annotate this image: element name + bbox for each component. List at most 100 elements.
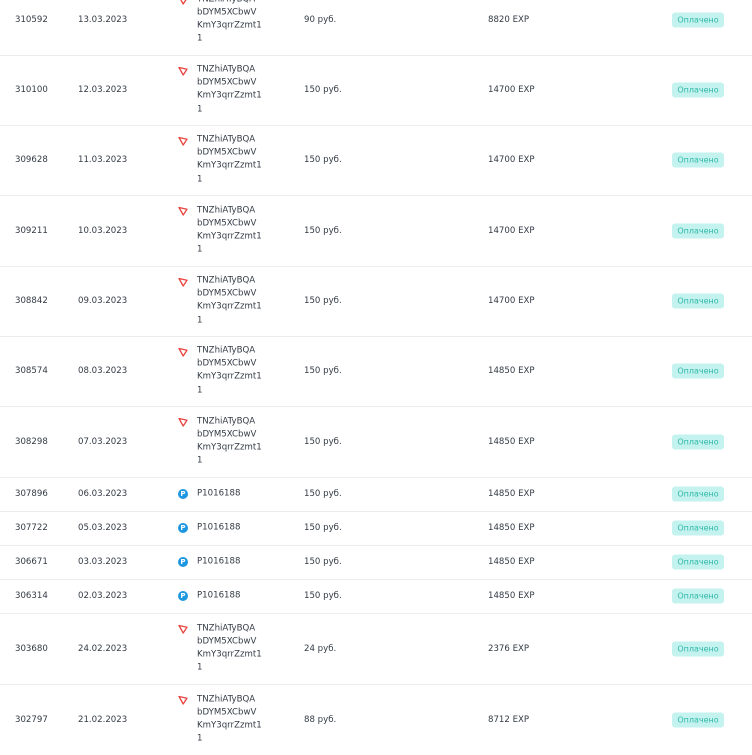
tron-icon bbox=[178, 136, 188, 146]
payment-account: TNZhiATyBQAbDYM5XCbwVKmY3qrrZzmt11 bbox=[197, 64, 262, 115]
table-row: 306671 03.03.2023 P P1016188 150 руб. 14850 E… bbox=[0, 545, 752, 580]
status-badge: Оплачено bbox=[672, 486, 724, 502]
status-badge: Оплачено bbox=[672, 293, 724, 309]
table-row: 307722 05.03.2023 P P1016188 150 руб. 14850 E… bbox=[0, 511, 752, 546]
payments-table: 310592 13.03.2023 TNZhiATyBQAbDYM5XCbwVKmY… bbox=[0, 0, 752, 755]
amount: 150 руб. bbox=[304, 85, 342, 95]
payment-account: TNZhiATyBQAbDYM5XCbwVKmY3qrrZzmt11 bbox=[197, 134, 262, 185]
status-badge: Оплачено bbox=[672, 363, 724, 379]
order-id: 308298 bbox=[15, 436, 48, 447]
exp-value: 8820 EXP bbox=[488, 14, 530, 25]
exp-value: 14850 EXP bbox=[488, 489, 535, 499]
tron-icon bbox=[178, 695, 188, 705]
payeer-icon: P bbox=[178, 489, 188, 499]
payment-account: TNZhiATyBQAbDYM5XCbwVKmY3qrrZzmt11 bbox=[197, 345, 262, 396]
amount: 150 руб. bbox=[304, 436, 342, 447]
order-date: 21.02.2023 bbox=[78, 714, 128, 725]
payment-account: TNZhiATyBQAbDYM5XCbwVKmY3qrrZzmt11 bbox=[197, 694, 262, 744]
exp-value: 14850 EXP bbox=[488, 436, 535, 447]
tron-icon bbox=[178, 624, 188, 634]
order-date: 09.03.2023 bbox=[78, 296, 128, 306]
order-id: 306671 bbox=[15, 557, 48, 567]
exp-value: 14700 EXP bbox=[488, 85, 535, 95]
table-row: 308574 08.03.2023 TNZhiATyBQA bDYM5XCbwV KmY… bbox=[0, 336, 752, 407]
exp-value: 14850 EXP bbox=[488, 557, 535, 567]
status-badge: Оплачено bbox=[672, 82, 724, 98]
payment-account: TNZhiATyBQAbDYM5XCbwVKmY3qrrZzmt11 bbox=[197, 0, 262, 44]
amount: 150 руб. bbox=[304, 591, 342, 601]
table-row: 302797 21.02.2023 TNZhiATyBQA bDYM5XCbwV KmY… bbox=[0, 684, 752, 755]
table-row: 308298 07.03.2023 TNZhiATyBQA bDYM5XCbwV KmY… bbox=[0, 406, 752, 478]
status-badge: Оплачено bbox=[672, 520, 724, 536]
status-badge: Оплачено bbox=[672, 12, 724, 27]
order-id: 302797 bbox=[15, 714, 48, 725]
payment-account: P1016188 bbox=[197, 590, 241, 601]
payment-account: TNZhiATyBQAbDYM5XCbwVKmY3qrrZzmt11 bbox=[197, 275, 262, 326]
order-date: 03.03.2023 bbox=[78, 557, 128, 567]
order-id: 306314 bbox=[15, 591, 48, 601]
exp-value: 14700 EXP bbox=[488, 225, 535, 236]
order-id: 308842 bbox=[15, 296, 48, 306]
amount: 150 руб. bbox=[304, 225, 342, 236]
table-row: 306314 02.03.2023 P P1016188 150 руб. 14850 E… bbox=[0, 579, 752, 614]
order-date: 07.03.2023 bbox=[78, 436, 128, 447]
payment-account: TNZhiATyBQAbDYM5XCbwVKmY3qrrZzmt11 bbox=[197, 416, 262, 466]
order-date: 12.03.2023 bbox=[78, 85, 128, 95]
table-row: 303680 24.02.2023 TNZhiATyBQA bDYM5XCbwV KmY… bbox=[0, 613, 752, 685]
amount: 88 руб. bbox=[304, 714, 337, 725]
payment-account: P1016188 bbox=[197, 522, 241, 533]
exp-value: 14700 EXP bbox=[488, 296, 535, 306]
amount: 150 руб. bbox=[304, 523, 342, 533]
exp-value: 2376 EXP bbox=[488, 643, 530, 654]
amount: 150 руб. bbox=[304, 489, 342, 499]
tron-icon bbox=[178, 277, 188, 287]
exp-value: 14850 EXP bbox=[488, 523, 535, 533]
order-date: 10.03.2023 bbox=[78, 225, 128, 236]
tron-icon bbox=[178, 347, 188, 357]
exp-value: 8712 EXP bbox=[488, 714, 530, 725]
status-badge: Оплачено bbox=[672, 434, 724, 449]
order-id: 309211 bbox=[15, 225, 48, 236]
table-row: 310100 12.03.2023 TNZhiATyBQA bDYM5XCbwV KmY… bbox=[0, 55, 752, 126]
order-id: 308574 bbox=[15, 366, 48, 376]
payment-account: TNZhiATyBQAbDYM5XCbwVKmY3qrrZzmt11 bbox=[197, 623, 262, 673]
payeer-icon: P bbox=[178, 591, 188, 601]
tron-icon bbox=[178, 0, 188, 5]
payeer-icon: P bbox=[178, 523, 188, 533]
amount: 150 руб. bbox=[304, 366, 342, 376]
order-id: 307896 bbox=[15, 489, 48, 499]
payment-account: TNZhiATyBQAbDYM5XCbwVKmY3qrrZzmt11 bbox=[197, 205, 262, 255]
order-id: 303680 bbox=[15, 643, 48, 654]
table-row: 309211 10.03.2023 TNZhiATyBQA bDYM5XCbwV KmY… bbox=[0, 195, 752, 267]
table-row: 307896 06.03.2023 P P1016188 150 руб. 14850 E… bbox=[0, 477, 752, 512]
tron-icon bbox=[178, 417, 188, 427]
status-badge: Оплачено bbox=[672, 152, 724, 168]
order-id: 310592 bbox=[15, 14, 48, 25]
status-badge: Оплачено bbox=[672, 588, 724, 604]
order-id: 309628 bbox=[15, 155, 48, 165]
exp-value: 14850 EXP bbox=[488, 366, 535, 376]
payment-account: P1016188 bbox=[197, 488, 241, 499]
tron-icon bbox=[178, 66, 188, 76]
status-badge: Оплачено bbox=[672, 712, 724, 727]
order-date: 08.03.2023 bbox=[78, 366, 128, 376]
amount: 150 руб. bbox=[304, 155, 342, 165]
exp-value: 14700 EXP bbox=[488, 155, 535, 165]
amount: 150 руб. bbox=[304, 296, 342, 306]
amount: 24 руб. bbox=[304, 643, 337, 654]
order-date: 06.03.2023 bbox=[78, 489, 128, 499]
order-id: 307722 bbox=[15, 523, 48, 533]
exp-value: 14850 EXP bbox=[488, 591, 535, 601]
table-row: 308842 09.03.2023 TNZhiATyBQA bDYM5XCbwV KmY… bbox=[0, 266, 752, 337]
status-badge: Оплачено bbox=[672, 554, 724, 570]
order-date: 13.03.2023 bbox=[78, 14, 128, 25]
order-date: 11.03.2023 bbox=[78, 155, 128, 165]
table-row: 310592 13.03.2023 TNZhiATyBQAbDYM5XCbwVKmY… bbox=[0, 0, 752, 56]
payeer-icon: P bbox=[178, 557, 188, 567]
status-badge: Оплачено bbox=[672, 223, 724, 238]
order-date: 24.02.2023 bbox=[78, 643, 128, 654]
amount: 90 руб. bbox=[304, 14, 337, 25]
tron-icon bbox=[178, 206, 188, 216]
order-id: 310100 bbox=[15, 85, 48, 95]
status-badge: Оплачено bbox=[672, 641, 724, 656]
